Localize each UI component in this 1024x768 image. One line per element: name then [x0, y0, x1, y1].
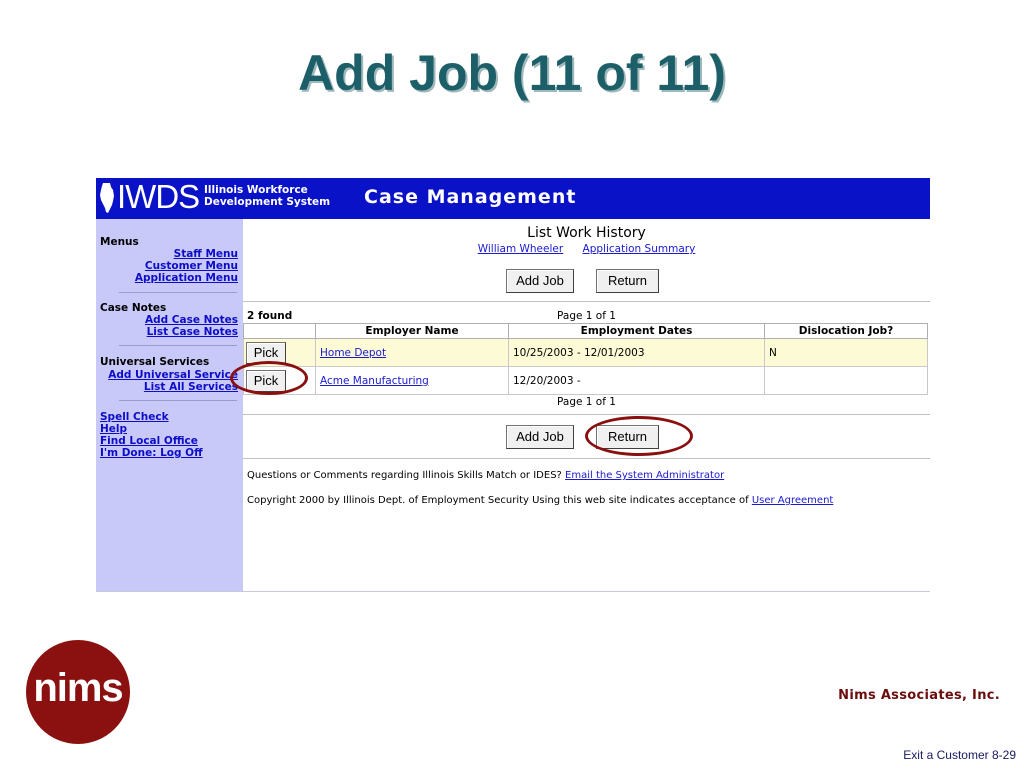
- application-summary-link[interactable]: Application Summary: [583, 243, 696, 255]
- add-job-button-bottom[interactable]: Add Job: [506, 425, 574, 449]
- universal-services-heading: Universal Services: [100, 356, 210, 368]
- employer-cell: Home Depot: [315, 338, 509, 367]
- work-history-table: Employer Name Employment Dates Dislocati…: [243, 323, 928, 395]
- main-content: List Work History William Wheeler Applic…: [243, 219, 930, 591]
- sidebar-item-log-off[interactable]: I'm Done: Log Off: [100, 447, 203, 459]
- add-job-button[interactable]: Add Job: [506, 269, 574, 293]
- breadcrumb: William Wheeler Application Summary: [243, 243, 930, 255]
- table-row: Pick Home Depot 10/25/2003 - 12/01/2003 …: [243, 338, 928, 367]
- nims-logo: nims: [26, 640, 130, 744]
- employer-cell: Acme Manufacturing: [315, 366, 509, 395]
- sidebar-item-add-case-notes[interactable]: Add Case Notes: [145, 314, 238, 326]
- sidebar-item-add-universal-service[interactable]: Add Universal Service: [108, 369, 238, 381]
- sidebar-item-application-menu[interactable]: Application Menu: [135, 272, 238, 284]
- sidebar-item-customer-menu[interactable]: Customer Menu: [145, 260, 238, 272]
- sidebar-item-help[interactable]: Help: [100, 423, 127, 435]
- page-info-top: Page 1 of 1: [557, 310, 616, 322]
- divider: [243, 458, 930, 459]
- copyright-text: Copyright 2000 by Illinois Dept. of Empl…: [247, 495, 834, 506]
- page-heading: List Work History: [527, 225, 646, 241]
- employer-link[interactable]: Home Depot: [320, 347, 386, 359]
- column-header-action: [243, 323, 316, 339]
- menus-heading: Menus: [100, 236, 139, 248]
- divider: [119, 400, 237, 401]
- app-banner: IWDS Illinois Workforce Development Syst…: [96, 178, 930, 219]
- sidebar-item-list-all-services[interactable]: List All Services: [144, 381, 238, 393]
- case-notes-heading: Case Notes: [100, 302, 167, 314]
- user-agreement-link[interactable]: User Agreement: [752, 495, 834, 506]
- column-header-employer: Employer Name: [315, 323, 509, 339]
- dates-cell: 10/25/2003 - 12/01/2003: [508, 338, 765, 367]
- feedback-text: Questions or Comments regarding Illinois…: [247, 470, 725, 481]
- customer-name-link[interactable]: William Wheeler: [478, 243, 563, 255]
- page-info-bottom: Page 1 of 1: [557, 396, 616, 408]
- dislocation-cell: [764, 366, 928, 395]
- company-name: Nims Associates, Inc.: [838, 688, 1000, 703]
- annotation-circle-return: [585, 416, 693, 456]
- divider: [119, 345, 237, 346]
- sidebar-item-spell-check[interactable]: Spell Check: [100, 411, 169, 423]
- illinois-state-icon: [100, 183, 114, 213]
- employer-link[interactable]: Acme Manufacturing: [320, 375, 429, 387]
- return-button[interactable]: Return: [596, 269, 659, 293]
- divider: [243, 414, 930, 415]
- table-header-row: Employer Name Employment Dates Dislocati…: [243, 323, 928, 339]
- dislocation-cell: N: [764, 338, 928, 367]
- dates-cell: 12/20/2003 -: [508, 366, 765, 395]
- sidebar-item-find-local-office[interactable]: Find Local Office: [100, 435, 198, 447]
- table-row: Pick Acme Manufacturing 12/20/2003 -: [243, 366, 928, 395]
- sidebar-nav: Menus Staff Menu Customer Menu Applicati…: [96, 219, 243, 591]
- iwds-logo: IWDS: [117, 178, 200, 215]
- divider: [243, 301, 930, 302]
- app-screenshot: IWDS Illinois Workforce Development Syst…: [96, 178, 930, 592]
- sidebar-item-staff-menu[interactable]: Staff Menu: [174, 248, 238, 260]
- column-header-dislocation: Dislocation Job?: [764, 323, 928, 339]
- divider: [119, 292, 237, 293]
- email-admin-link[interactable]: Email the System Administrator: [565, 470, 724, 481]
- organization-name: Illinois Workforce Development System: [204, 184, 331, 208]
- app-title: Case Management: [364, 186, 577, 208]
- slide-footer: Exit a Customer 8-29: [903, 748, 1016, 762]
- column-header-dates: Employment Dates: [508, 323, 765, 339]
- annotation-circle-pick: [230, 361, 308, 395]
- sidebar-item-list-case-notes[interactable]: List Case Notes: [147, 326, 238, 338]
- slide-title: Add Job (11 of 11): [298, 45, 726, 101]
